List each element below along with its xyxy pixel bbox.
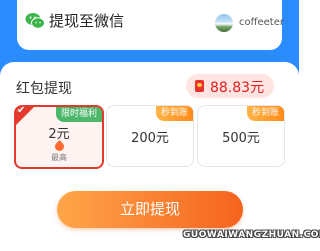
avatar [215,14,233,32]
balance-badge: 88.83元 [186,74,274,98]
watermark: GUOWAIWANGZHUAN.COM [183,230,320,240]
wechat-account-card[interactable]: 提现至微信 coffeeter [17,0,284,50]
hot-icon [53,140,66,153]
withdraw-panel: 红包提现 88.83元 ✔ 限时福利 2元 最高 秒到账 200元 秒到账 50… [0,62,299,251]
option-tag: 秒到账 [246,106,284,121]
balance-amount: 88.83元 [210,80,265,96]
check-icon: ✔ [17,105,26,116]
wechat-icon [25,13,45,29]
option-500-yuan[interactable]: 秒到账 500元 [197,105,285,167]
withdraw-button[interactable]: 立即提现 [57,191,243,228]
red-packet-icon [195,80,204,92]
option-200-yuan[interactable]: 秒到账 200元 [106,105,194,167]
option-amount: 200元 [131,131,169,146]
redpacket-label: 红包提现 [16,81,72,97]
option-note: 最高 [51,153,67,162]
option-amount: 500元 [222,131,260,146]
username: coffeeter [239,17,284,28]
wechat-title: 提现至微信 [49,12,125,30]
option-tag: 限时福利 [55,107,102,122]
option-tag: 秒到账 [155,106,193,121]
option-2-yuan[interactable]: ✔ 限时福利 2元 最高 [14,105,104,169]
